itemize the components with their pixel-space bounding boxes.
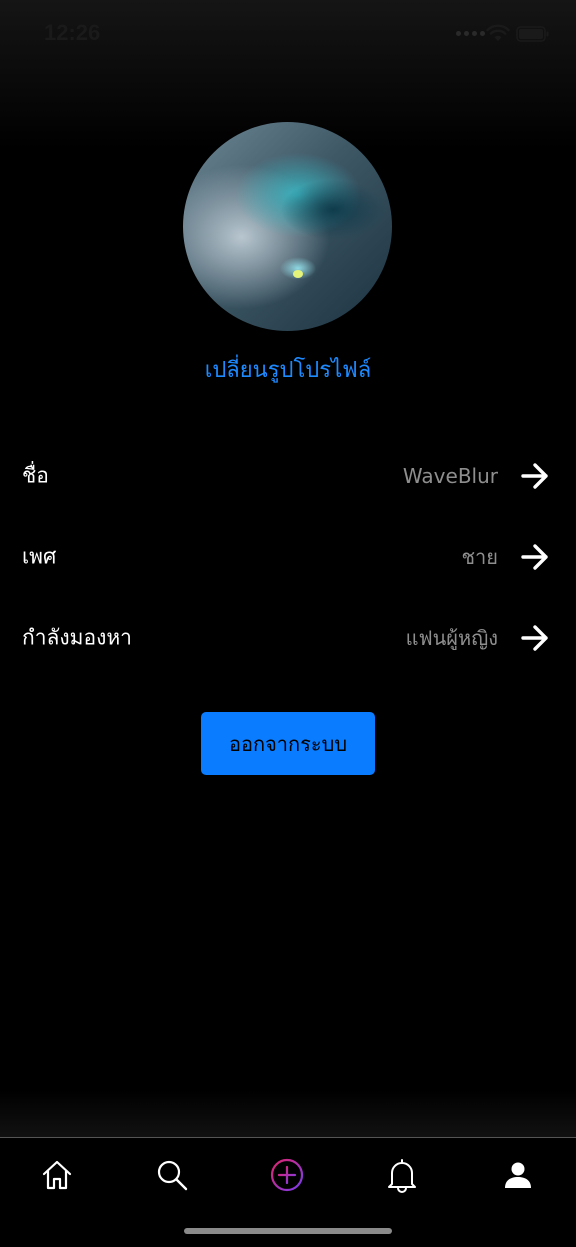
row-name-value: WaveBlur xyxy=(402,464,498,488)
row-looking-for-label: กำลังมองหา xyxy=(22,625,132,650)
home-icon xyxy=(42,1160,72,1190)
search-icon xyxy=(157,1160,188,1191)
arrow-right-icon[interactable] xyxy=(520,462,550,490)
arrow-right-icon[interactable] xyxy=(520,543,550,571)
profile-avatar[interactable] xyxy=(183,122,392,331)
tab-notifications[interactable] xyxy=(382,1155,422,1195)
row-looking-for-value: แฟนผู้หญิง xyxy=(405,626,498,650)
row-gender-label: เพศ xyxy=(22,544,57,569)
logout-button[interactable]: ออกจากระบบ xyxy=(201,712,375,775)
row-gender[interactable]: เพศ ชาย xyxy=(0,527,576,587)
plus-circle-icon xyxy=(270,1158,304,1192)
profile-screen: 12:26 เปลี่ยนรูปโปรไฟล์ ชื่อ WaveBlur เพ… xyxy=(0,0,576,1247)
cellular-signal-icon xyxy=(456,31,485,36)
row-looking-for[interactable]: กำลังมองหา แฟนผู้หญิง xyxy=(0,608,576,668)
wifi-icon xyxy=(486,24,510,41)
home-indicator xyxy=(184,1228,392,1234)
arrow-right-icon[interactable] xyxy=(520,624,550,652)
tab-add[interactable] xyxy=(267,1155,307,1195)
bell-icon xyxy=(388,1159,416,1193)
battery-icon xyxy=(516,26,549,42)
tab-search[interactable] xyxy=(152,1155,192,1195)
row-name[interactable]: ชื่อ WaveBlur xyxy=(0,446,576,506)
status-time: 12:26 xyxy=(44,20,101,45)
person-icon xyxy=(505,1162,531,1188)
change-profile-photo-link[interactable]: เปลี่ยนรูปโปรไฟล์ xyxy=(0,352,576,387)
tab-home[interactable] xyxy=(37,1155,77,1195)
row-name-label: ชื่อ xyxy=(22,463,49,488)
tab-profile[interactable] xyxy=(498,1155,538,1195)
status-bar: 12:26 xyxy=(0,0,576,70)
row-gender-value: ชาย xyxy=(461,545,498,569)
